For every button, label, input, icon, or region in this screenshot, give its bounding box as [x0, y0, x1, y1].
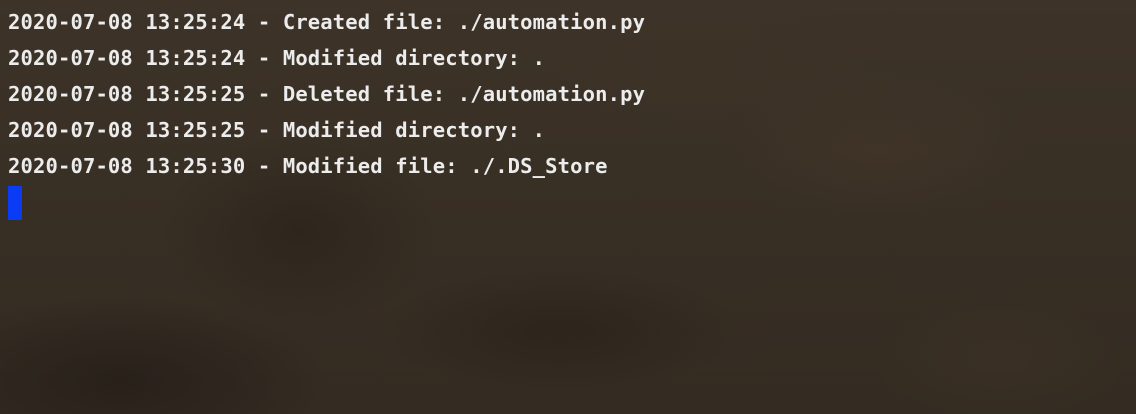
log-line-4: 2020-07-08 13:25:25 - Modified directory…	[8, 118, 546, 142]
log-line-1: 2020-07-08 13:25:24 - Created file: ./au…	[8, 10, 646, 34]
log-line-5: 2020-07-08 13:25:30 - Modified file: ./.…	[8, 154, 608, 178]
prompt-line[interactable]	[8, 184, 1128, 220]
log-line-2: 2020-07-08 13:25:24 - Modified directory…	[8, 46, 546, 70]
text-cursor	[8, 186, 22, 220]
log-line-3: 2020-07-08 13:25:25 - Deleted file: ./au…	[8, 82, 646, 106]
terminal-output[interactable]: 2020-07-08 13:25:24 - Created file: ./au…	[8, 4, 1128, 414]
terminal-window[interactable]: 2020-07-08 13:25:24 - Created file: ./au…	[0, 0, 1136, 414]
